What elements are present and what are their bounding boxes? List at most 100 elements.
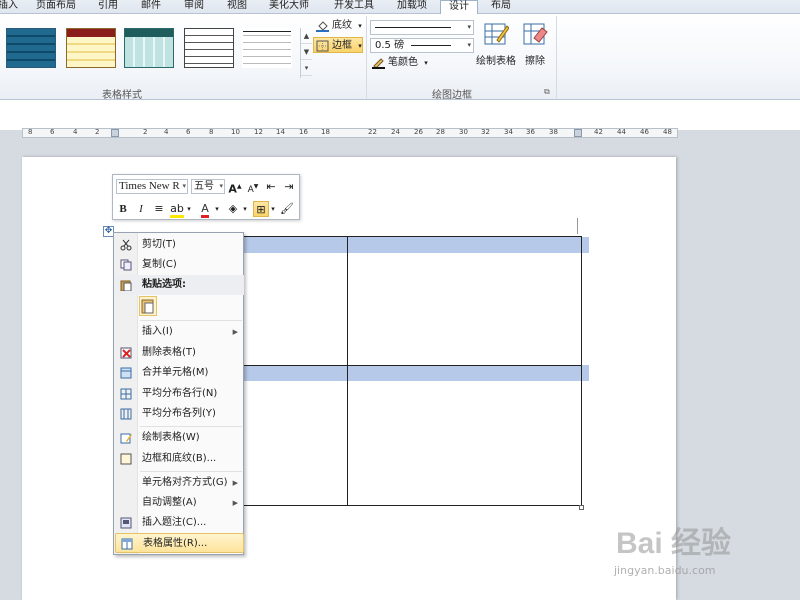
gallery-up-icon[interactable]: ▲ bbox=[301, 28, 312, 44]
ruler-number: 26 bbox=[414, 128, 423, 136]
horizontal-ruler[interactable]: 8 6 4 2 2 4 6 8 10 12 14 16 18 22 24 26 28 30 32 34 36 38 42 44… bbox=[22, 128, 678, 138]
tab-insert[interactable]: 插入 bbox=[0, 0, 20, 14]
tab-references[interactable]: 引用 bbox=[90, 0, 126, 14]
draw-table-icon bbox=[484, 23, 509, 45]
dialog-launcher-icon[interactable]: ⧉ bbox=[544, 87, 550, 97]
mini-toolbar: Times New R ▾ 五号 ▾ A▲ A▼ ⇤ ⇥ B I ≡ ab ▾ … bbox=[112, 174, 300, 220]
shrink-font-icon[interactable]: A▼ bbox=[245, 179, 261, 195]
menu-item-table-properties[interactable]: 表格属性(R)... bbox=[115, 533, 244, 553]
menu-item-distribute-columns[interactable]: 平均分布各列(Y) bbox=[115, 404, 244, 424]
format-painter-icon[interactable]: 🖌 bbox=[279, 201, 295, 217]
tab-view[interactable]: 视图 bbox=[220, 0, 254, 14]
menu-item-draw-table[interactable]: 绘制表格(W) bbox=[115, 428, 244, 448]
pen-color-dropdown-icon: ▾ bbox=[424, 59, 428, 67]
tab-mailings[interactable]: 邮件 bbox=[134, 0, 168, 14]
ruler-number: 30 bbox=[459, 128, 468, 136]
line-style-dropdown-icon: ▾ bbox=[467, 23, 471, 31]
menu-item-cell-alignment[interactable]: 单元格对齐方式(G) ▶ bbox=[115, 473, 244, 493]
table-style-blue[interactable] bbox=[6, 28, 56, 68]
shading-dropdown-icon-2[interactable]: ▾ bbox=[241, 201, 249, 217]
line-style-combo[interactable]: ▾ bbox=[370, 20, 474, 35]
font-color-icon[interactable]: A bbox=[197, 201, 213, 218]
menu-item-merge-cells[interactable]: 合并单元格(M) bbox=[115, 363, 244, 383]
gallery-down-icon[interactable]: ▼ bbox=[301, 44, 312, 60]
ruler-number: 36 bbox=[526, 128, 535, 136]
menu-separator bbox=[140, 320, 242, 321]
gallery-scrollbar[interactable]: ▲ ▼ ▾ bbox=[300, 28, 312, 78]
decrease-indent-icon[interactable]: ⇤ bbox=[263, 179, 279, 195]
paste-keep-format-icon[interactable] bbox=[139, 296, 157, 316]
menu-item-insert-caption[interactable]: 插入题注(C)... bbox=[115, 513, 244, 533]
ruler-number: 22 bbox=[368, 128, 377, 136]
table-resize-handle[interactable] bbox=[579, 505, 584, 510]
pen-color-label: 笔颜色 bbox=[388, 57, 418, 68]
tab-addins[interactable]: 加载项 bbox=[390, 0, 434, 14]
tab-design[interactable]: 设计 bbox=[440, 0, 478, 15]
font-color-dropdown-icon[interactable]: ▾ bbox=[213, 201, 221, 217]
menu-item-cut[interactable]: 剪切(T) bbox=[115, 235, 244, 255]
ruler-number: 34 bbox=[504, 128, 513, 136]
table-style-teal[interactable] bbox=[124, 28, 174, 68]
borders-button[interactable]: 边框 ▾ bbox=[313, 37, 363, 53]
distribute-rows-icon bbox=[120, 388, 132, 400]
submenu-arrow-icon-3: ▶ bbox=[232, 499, 238, 507]
line-weight-value: 0.5 磅 bbox=[375, 40, 405, 51]
borders-icon-2[interactable]: ⊞ bbox=[253, 201, 269, 217]
menu-item-delete-table[interactable]: 删除表格(T) bbox=[115, 343, 244, 363]
increase-indent-icon[interactable]: ⇥ bbox=[281, 179, 297, 195]
tab-layout[interactable]: 布局 bbox=[484, 0, 518, 14]
shading-button[interactable]: 底纹 ▾ bbox=[314, 18, 364, 34]
table-style-plain[interactable] bbox=[242, 28, 292, 68]
menu-item-copy[interactable]: 复制(C) bbox=[115, 255, 244, 275]
eraser-icon bbox=[523, 23, 548, 45]
draw-table-button[interactable]: 绘制表格 bbox=[474, 20, 518, 76]
watermark-brand: Bai 经验 bbox=[616, 527, 732, 560]
context-menu: 剪切(T) 复制(C) 粘贴选项: 插入(I) ▶ 删除表格(T) 合并单元格(… bbox=[113, 232, 244, 555]
ruler-number: 44 bbox=[617, 128, 626, 136]
eraser-label: 擦除 bbox=[525, 56, 545, 67]
gallery-more-icon[interactable]: ▾ bbox=[301, 60, 312, 76]
pen-icon bbox=[372, 58, 385, 69]
ruler-number: 38 bbox=[549, 128, 558, 136]
pen-color-button[interactable]: 笔颜色 ▾ bbox=[370, 55, 440, 71]
ruler-number: 24 bbox=[391, 128, 400, 136]
ruler-number: 48 bbox=[663, 128, 672, 136]
ruler-margin-marker[interactable] bbox=[574, 129, 582, 137]
font-name-combo[interactable]: Times New R ▾ bbox=[116, 179, 188, 194]
borders-shading-icon bbox=[120, 453, 132, 465]
caption-icon bbox=[120, 517, 132, 529]
eraser-button[interactable]: 擦除 bbox=[516, 20, 554, 76]
ribbon: ▲ ▼ ▾ 底纹 ▾ 边框 ▾ 表格样式 ▾ 0.5 磅 ▾ 笔颜色 ▾ 绘制表… bbox=[0, 14, 800, 101]
merge-cells-icon bbox=[120, 367, 132, 379]
highlight-icon[interactable]: ab bbox=[169, 201, 185, 218]
font-name-value: Times New R bbox=[119, 180, 180, 192]
italic-button[interactable]: I bbox=[133, 201, 149, 217]
center-align-icon[interactable]: ≡ bbox=[151, 201, 167, 217]
menu-item-borders-shading[interactable]: 边框和底纹(B)... bbox=[115, 449, 244, 469]
shading-icon[interactable]: ◈ bbox=[225, 201, 241, 217]
tab-review[interactable]: 审阅 bbox=[176, 0, 212, 14]
grow-font-icon[interactable]: A▲ bbox=[227, 179, 243, 196]
menu-separator-3 bbox=[140, 471, 242, 472]
ruler-margin-marker[interactable] bbox=[111, 129, 119, 137]
bold-button[interactable]: B bbox=[115, 201, 131, 217]
font-size-combo[interactable]: 五号 ▾ bbox=[191, 179, 225, 194]
highlight-dropdown-icon[interactable]: ▾ bbox=[185, 201, 193, 217]
menu-item-paste-options: 粘贴选项: bbox=[115, 275, 244, 295]
ruler-number: 6 bbox=[50, 128, 55, 136]
ruler-number: 10 bbox=[231, 128, 240, 136]
table-style-red-yellow[interactable] bbox=[66, 28, 116, 68]
tab-page-layout[interactable]: 页面布局 bbox=[30, 0, 82, 14]
tab-beautify-master[interactable]: 美化大师 bbox=[262, 0, 316, 14]
table-style-grid[interactable] bbox=[184, 28, 234, 68]
borders-dropdown-icon-2[interactable]: ▾ bbox=[269, 201, 277, 217]
size-dropdown-icon: ▾ bbox=[219, 182, 223, 190]
menu-item-distribute-rows[interactable]: 平均分布各行(N) bbox=[115, 384, 244, 404]
shading-label: 底纹 bbox=[332, 20, 352, 31]
tab-developer[interactable]: 开发工具 bbox=[326, 0, 382, 14]
paint-bucket-icon bbox=[316, 21, 329, 32]
line-weight-combo[interactable]: 0.5 磅 ▾ bbox=[370, 38, 474, 53]
ruler-number: 46 bbox=[640, 128, 649, 136]
menu-item-autofit[interactable]: 自动调整(A) ▶ bbox=[115, 493, 244, 513]
menu-item-insert[interactable]: 插入(I) ▶ bbox=[115, 322, 244, 342]
